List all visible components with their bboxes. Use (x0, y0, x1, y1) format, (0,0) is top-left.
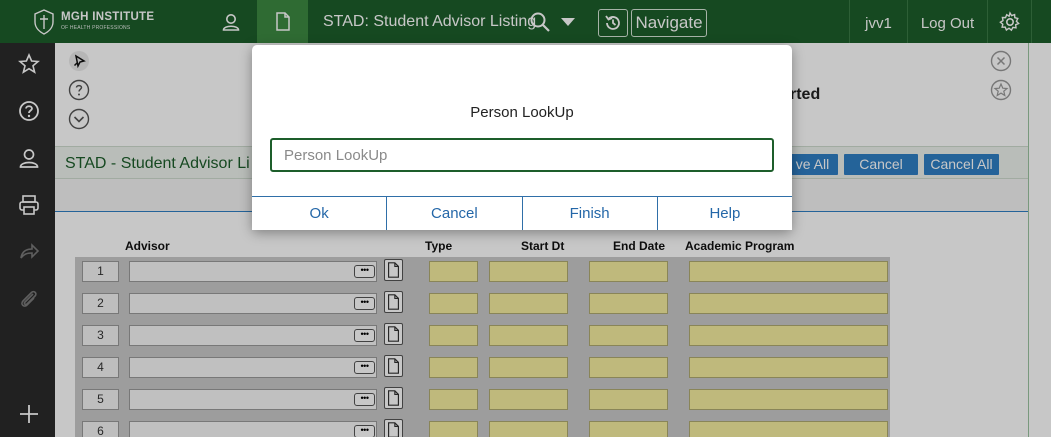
cancel-button[interactable]: Cancel (387, 197, 523, 230)
ok-button[interactable]: Ok (252, 197, 388, 230)
dialog-title: Person LookUp (470, 104, 574, 121)
dialog-button-bar: Ok Cancel Finish Help (252, 196, 792, 230)
finish-button[interactable]: Finish (522, 197, 658, 230)
person-lookup-input[interactable] (270, 138, 774, 172)
help-button[interactable]: Help (657, 197, 792, 230)
person-lookup-dialog: Person LookUp Ok Cancel Finish Help (252, 45, 792, 230)
